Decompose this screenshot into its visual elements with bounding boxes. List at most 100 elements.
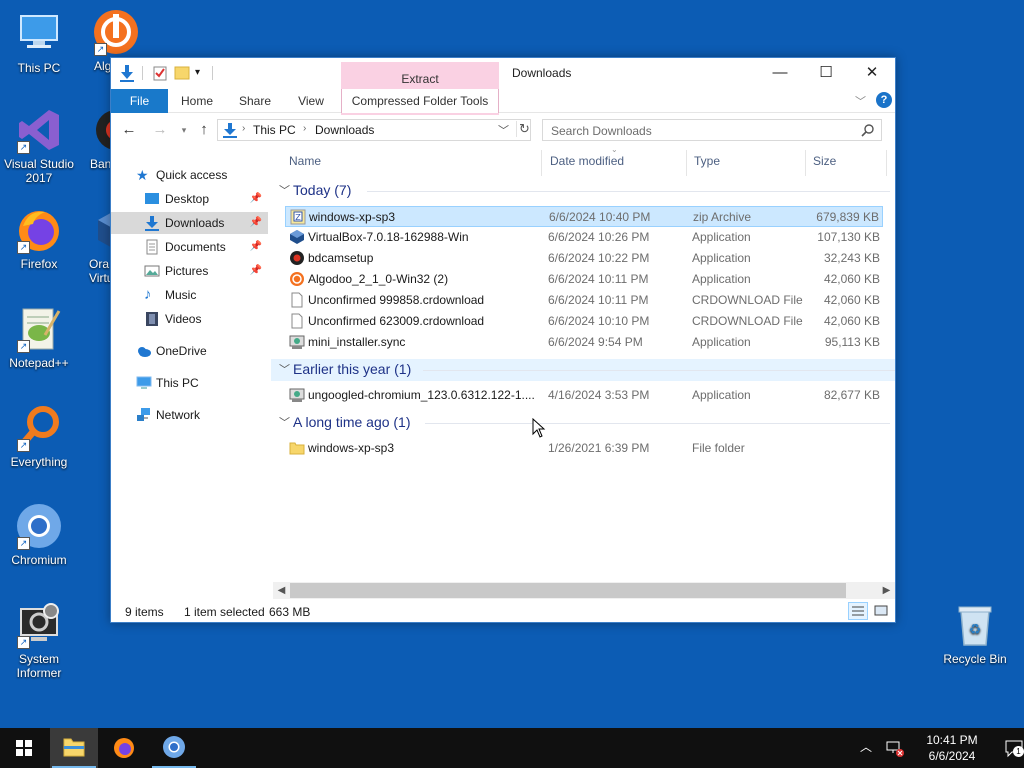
network-status-icon[interactable] [884,738,904,758]
taskbar-file-explorer[interactable] [50,728,98,768]
file-row[interactable]: ungoogled-chromium_123.0.6312.122-1.... … [285,385,883,406]
pin-icon[interactable]: 📌 [250,260,262,282]
desktop-icon-recycle-bin[interactable]: ♻ Recycle Bin [936,601,1014,666]
nav-item-downloads[interactable]: Downloads 📌 [111,212,268,234]
desktop-icon-visual-studio[interactable]: ↗ Visual Studio 2017 [0,106,78,185]
zip-archive-icon: Z [290,209,306,225]
taskbar-chromium[interactable] [150,728,198,768]
shortcut-arrow-icon: ↗ [17,241,30,254]
title-bar[interactable]: ▾ Extract Downloads — ☐ ✕ [111,58,895,115]
desktop-icon-label: Notepad++ [9,356,69,370]
pin-icon[interactable]: 📌 [250,188,262,210]
horizontal-scrollbar[interactable]: ◀ ▶ [273,582,895,599]
group-header-a-long-time-ago[interactable]: ﹀ A long time ago (1) [275,412,890,434]
search-input[interactable]: Search Downloads [542,119,882,141]
properties-checklist-icon[interactable] [152,64,168,82]
column-header-name[interactable]: Name [289,154,321,168]
breadcrumb-this-pc[interactable]: This PC [253,123,296,137]
status-item-count: 9 items [125,605,164,619]
up-arrow-icon[interactable]: ↑ [195,120,213,140]
desktop-icon-label: Everything [10,455,68,469]
desktop-icon-everything[interactable]: ↗ Everything [0,404,78,469]
notification-center-icon[interactable]: 1 [1004,738,1024,758]
minimize-button[interactable]: — [757,58,803,88]
column-separator [805,150,806,176]
back-arrow-icon[interactable]: ← [120,120,138,140]
nav-item-desktop[interactable]: Desktop 📌 [111,188,268,210]
address-dropdown-chevron-icon[interactable]: ﹀ [498,122,509,138]
nav-this-pc[interactable]: This PC [111,372,268,394]
nav-item-documents[interactable]: Documents 📌 [111,236,268,258]
group-divider [425,423,890,424]
start-button[interactable] [0,728,48,768]
toolbar-divider [142,66,143,80]
file-row[interactable]: bdcamsetup 6/6/2024 10:22 PM Application… [285,248,883,269]
desktop-icon-firefox[interactable]: ↗ Firefox [0,206,78,271]
toolbar-divider [212,66,213,80]
nav-item-videos[interactable]: Videos [111,308,268,330]
address-bar[interactable]: › This PC › Downloads ﹀ ↻ [217,119,531,141]
recent-locations-chevron-icon[interactable]: ▾ [175,120,193,140]
file-row[interactable]: Algodoo_2_1_0-Win32 (2) 6/6/2024 10:11 P… [285,269,883,290]
desktop-icon-label: System Informer [16,652,62,680]
desktop-icon-system-informer[interactable]: ↗ System Informer [0,601,78,680]
file-row[interactable]: Z windows-xp-sp3 6/6/2024 10:40 PM zip A… [285,206,883,227]
tab-file[interactable]: File [111,89,168,113]
scroll-right-arrow-icon[interactable]: ▶ [878,582,895,599]
group-header-today[interactable]: ﹀ Today (7) [275,180,890,202]
pictures-icon [144,263,160,279]
show-hidden-icons-chevron-icon[interactable]: ︿ [860,738,872,755]
group-header-earlier-this-year[interactable]: ﹀ Earlier this year (1) [271,359,895,381]
notepad-plus-plus-icon: ↗ [15,305,63,353]
virtualbox-icon [289,229,305,245]
new-folder-icon[interactable] [174,64,190,82]
customize-toolbar-dropdown-icon[interactable]: ▾ [195,64,211,82]
svg-text:♻: ♻ [969,622,982,638]
refresh-icon[interactable]: ↻ [516,121,530,137]
close-button[interactable]: ✕ [849,58,895,88]
clock[interactable]: 10:41 PM 6/6/2024 [920,732,984,764]
breadcrumb-downloads[interactable]: Downloads [315,123,374,137]
visual-studio-icon: ↗ [15,106,63,154]
desktop-folder-icon [144,191,160,207]
file-row[interactable]: windows-xp-sp3 1/26/2021 6:39 PM File fo… [285,438,883,459]
pin-icon[interactable]: 📌 [250,236,262,258]
file-row[interactable]: mini_installer.sync 6/6/2024 9:54 PM App… [285,332,883,353]
details-view-button[interactable] [848,602,868,620]
installer-icon [289,334,305,350]
nav-quick-access[interactable]: ★ Quick access [111,164,268,186]
large-icons-view-button[interactable] [871,602,891,620]
notification-badge: 1 [1013,746,1024,757]
shortcut-arrow-icon: ↗ [17,636,30,649]
computer-icon [136,375,152,391]
shortcut-arrow-icon: ↗ [94,43,107,56]
expand-ribbon-chevron-icon[interactable]: ﹀ [855,93,866,109]
nav-onedrive[interactable]: OneDrive [111,340,268,362]
file-row[interactable]: Unconfirmed 623009.crdownload 6/6/2024 1… [285,311,883,332]
desktop-icon-this-pc[interactable]: This PC [0,10,78,75]
help-icon[interactable]: ? [876,92,892,108]
file-row[interactable]: VirtualBox-7.0.18-162988-Win 6/6/2024 10… [285,227,883,248]
nav-item-music[interactable]: ♪ Music [111,284,268,306]
forward-arrow-icon[interactable]: → [151,120,169,140]
desktop-icon-chromium[interactable]: ↗ Chromium [0,502,78,567]
tab-compressed-folder-tools[interactable]: Compressed Folder Tools [341,89,499,113]
tab-home[interactable]: Home [173,89,221,113]
bandicam-icon [289,250,305,266]
nav-item-pictures[interactable]: Pictures 📌 [111,260,268,282]
pin-icon[interactable]: 📌 [250,212,262,234]
system-tray: ︿ 10:41 PM 6/6/2024 1 [824,728,1024,768]
column-header-type[interactable]: Type [694,154,720,168]
nav-network[interactable]: Network [111,404,268,426]
maximize-button[interactable]: ☐ [803,58,849,88]
scrollbar-thumb[interactable] [290,583,846,598]
scroll-left-arrow-icon[interactable]: ◀ [273,582,290,599]
taskbar-firefox[interactable] [100,728,148,768]
column-header-size[interactable]: Size [813,154,836,168]
music-note-icon: ♪ [144,286,152,303]
column-header-date-modified[interactable]: Date modified [550,154,624,168]
desktop-icon-notepad-plus-plus[interactable]: ↗ Notepad++ [0,305,78,370]
tab-view[interactable]: View [287,89,335,113]
tab-share[interactable]: Share [231,89,279,113]
file-row[interactable]: Unconfirmed 999858.crdownload 6/6/2024 1… [285,290,883,311]
